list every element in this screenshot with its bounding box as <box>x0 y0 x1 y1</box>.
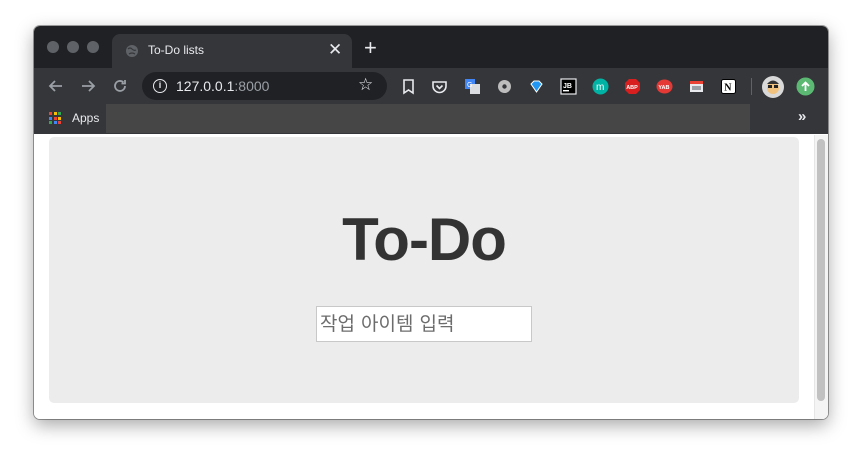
scrollbar-thumb[interactable] <box>817 139 825 401</box>
toolbar: i 127.0.0.1:8000 ☆ G JB m ABP YAB N <box>34 68 828 104</box>
bookmark-icon[interactable] <box>400 78 417 95</box>
url-text: 127.0.0.1:8000 <box>176 78 270 94</box>
svg-text:YAB: YAB <box>658 85 669 91</box>
toolbar-divider <box>751 78 752 95</box>
jb-icon[interactable]: JB <box>560 78 577 95</box>
svg-text:JB: JB <box>563 83 572 90</box>
tab-title: To-Do lists <box>148 43 205 57</box>
jumbotron: To-Do <box>49 137 799 403</box>
adblock-plus-icon[interactable]: ABP <box>624 78 641 95</box>
notion-icon[interactable]: N <box>720 78 737 95</box>
apps-bookmark[interactable]: Apps <box>72 111 99 125</box>
info-icon[interactable]: i <box>153 79 167 93</box>
address-bar[interactable]: i 127.0.0.1:8000 ☆ <box>142 72 387 100</box>
star-icon[interactable]: ☆ <box>358 75 373 95</box>
maximize-window-button[interactable] <box>87 41 99 53</box>
browser-window: To-Do lists ✕ + i 127.0.0.1:8000 ☆ G JB … <box>34 26 828 419</box>
page-title: To-Do <box>342 206 507 273</box>
bookmarks-overflow-button[interactable]: » <box>798 108 806 125</box>
globe-icon <box>126 45 138 57</box>
svg-text:G: G <box>467 82 472 89</box>
minimize-window-button[interactable] <box>67 41 79 53</box>
tab-todo-lists[interactable]: To-Do lists ✕ <box>112 34 352 68</box>
new-tab-button[interactable]: + <box>364 37 377 59</box>
apps-grid-icon[interactable] <box>49 112 61 124</box>
page-viewport: To-Do <box>34 135 828 419</box>
pocket-icon[interactable] <box>431 78 448 95</box>
tab-strip: To-Do lists ✕ + <box>34 26 828 68</box>
arrow-right-icon <box>82 80 96 92</box>
new-item-input[interactable] <box>316 306 532 342</box>
profile-avatar[interactable] <box>762 76 784 98</box>
settings-extension-icon[interactable] <box>496 78 513 95</box>
forward-button[interactable] <box>78 76 98 96</box>
back-button[interactable] <box>46 76 66 96</box>
svg-text:ABP: ABP <box>626 85 638 91</box>
reload-icon <box>114 80 126 92</box>
update-arrow-icon[interactable] <box>796 77 815 96</box>
svg-text:N: N <box>724 83 732 94</box>
window-icon[interactable] <box>688 78 705 95</box>
close-window-button[interactable] <box>47 41 59 53</box>
mercury-icon[interactable]: m <box>592 78 609 95</box>
youtube-adblock-icon[interactable]: YAB <box>656 78 673 95</box>
svg-text:m: m <box>596 82 604 93</box>
google-translate-icon[interactable]: G <box>464 78 481 95</box>
reload-button[interactable] <box>110 76 130 96</box>
diamond-icon[interactable] <box>528 78 545 95</box>
bookmarks-bar: Apps » <box>34 104 828 134</box>
close-tab-icon[interactable]: ✕ <box>328 40 342 60</box>
bookmarks-area <box>106 104 750 133</box>
arrow-left-icon <box>48 80 62 92</box>
